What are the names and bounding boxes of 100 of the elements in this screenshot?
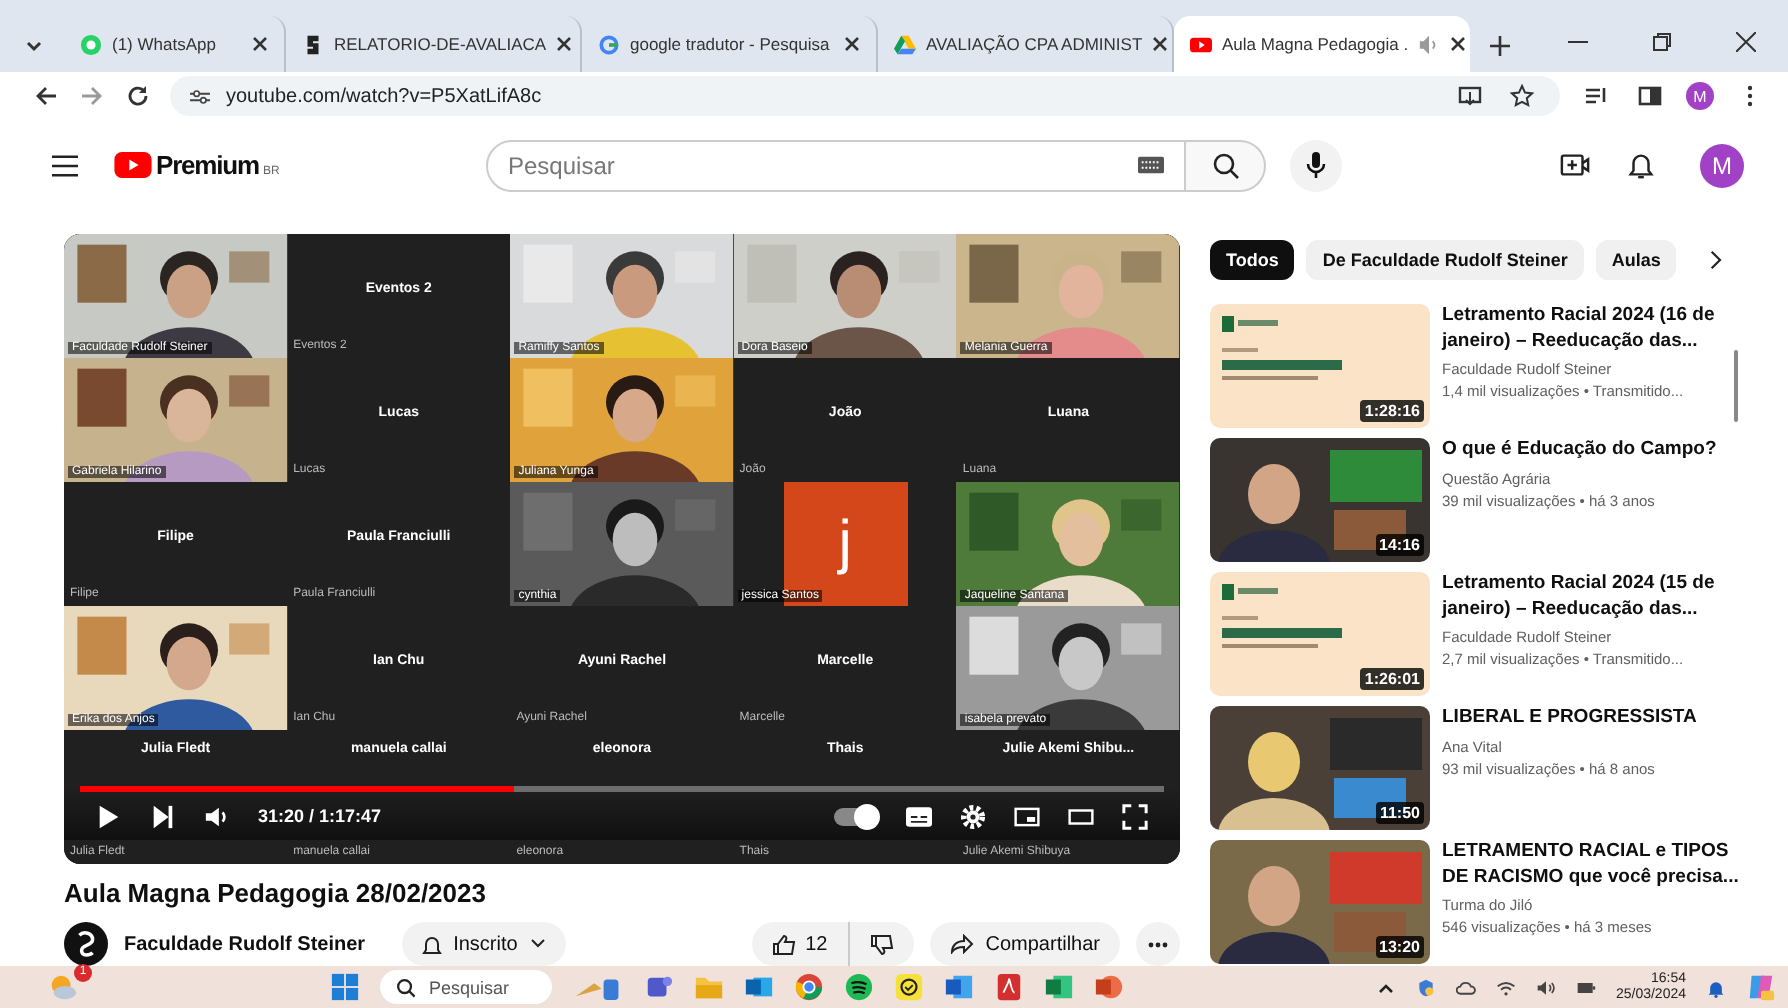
close-tab-icon[interactable] (1450, 36, 1467, 52)
close-tab-icon[interactable] (556, 36, 573, 52)
theater-mode-icon[interactable] (1068, 803, 1094, 829)
forward-icon[interactable] (78, 84, 106, 108)
scrollbar[interactable] (1734, 350, 1738, 422)
bell-icon[interactable] (1626, 150, 1656, 180)
wifi-icon[interactable] (1495, 977, 1516, 997)
app-icon[interactable] (644, 972, 675, 1002)
search-button[interactable] (1186, 139, 1266, 191)
share-button[interactable]: Compartilhar (929, 922, 1120, 966)
bell-icon (421, 933, 442, 955)
more-actions-button[interactable] (1136, 922, 1180, 966)
menu-icon[interactable] (52, 153, 78, 177)
filter-chip[interactable]: De Faculdade Rudolf Steiner (1306, 240, 1584, 280)
shield-icon[interactable] (1415, 977, 1436, 997)
bookmark-star-icon[interactable] (1510, 84, 1534, 108)
chevron-right-icon[interactable] (1708, 250, 1723, 270)
microphone-button[interactable] (1290, 139, 1342, 191)
install-icon[interactable] (1458, 84, 1482, 108)
autoplay-toggle[interactable] (834, 807, 878, 825)
media-controls-icon[interactable] (1584, 84, 1608, 108)
close-tab-icon[interactable] (251, 36, 268, 52)
video-title-link[interactable]: Letramento Racial 2024 (16 de janeiro) – Reeducação das... (1442, 304, 1742, 354)
search-engine-icon (597, 33, 620, 55)
time-display: 31:20 / 1:17:47 (258, 806, 382, 826)
thumbs-up-icon (771, 933, 796, 955)
weather-icon[interactable] (48, 971, 78, 1001)
cloud-icon[interactable] (1455, 977, 1476, 997)
browser-tab[interactable]: Aula Magna Pedagogia . (1173, 16, 1470, 72)
browser-tab[interactable]: (1) WhatsApp (64, 16, 286, 72)
tab-title: google tradutor - Pesquisa (629, 34, 832, 54)
url-text: youtube.com/watch?v=P5XatLifA8c (226, 85, 542, 107)
search-icon (396, 977, 417, 997)
speaker-icon (1418, 33, 1441, 55)
browser-icon[interactable] (794, 972, 825, 1002)
like-button[interactable]: 12 (751, 922, 848, 966)
fullscreen-icon[interactable] (1122, 803, 1148, 829)
duration-badge: 13:20 (1375, 936, 1424, 958)
chat-icon (80, 33, 102, 55)
close-tab-icon[interactable] (843, 36, 860, 52)
tab-title: RELATORIO-DE-AVALIACA (333, 34, 547, 54)
thumbs-down-icon (869, 933, 894, 955)
music-icon[interactable] (844, 972, 875, 1002)
subscribed-button[interactable]: Inscrito (401, 922, 566, 966)
logo-text[interactable]: Premium (156, 150, 259, 180)
tab-title: AVALIAÇÃO CPA ADMINIST (925, 34, 1143, 54)
browser-tab[interactable]: google tradutor - Pesquisa (581, 16, 878, 72)
volume-icon[interactable] (204, 803, 230, 829)
tab-title: (1) WhatsApp (112, 34, 218, 54)
browser-tab[interactable]: RELATORIO-DE-AVALIACA (285, 16, 582, 72)
search-field[interactable]: Pesquisar (486, 139, 1186, 191)
settings-icon[interactable] (960, 803, 986, 829)
browser-tab[interactable]: AVALIAÇÃO CPA ADMINIST (877, 16, 1174, 72)
document-app-icon[interactable] (944, 972, 975, 1002)
duration-badge: 14:16 (1375, 534, 1424, 556)
taskbar-search-placeholder: Pesquisar (428, 977, 510, 997)
taskbar-search-field[interactable]: Pesquisar (380, 970, 553, 1004)
share-arrow-icon (949, 934, 974, 954)
miniplayer-icon[interactable] (1014, 803, 1040, 829)
play-icon[interactable] (96, 803, 122, 829)
duration-badge: 1:26:01 (1360, 668, 1424, 690)
windows-start-icon[interactable] (330, 972, 361, 1002)
triangle-icon (893, 33, 916, 55)
create-video-icon[interactable] (1560, 150, 1590, 180)
spreadsheet-icon[interactable] (1044, 972, 1075, 1002)
next-icon[interactable] (150, 803, 176, 829)
search-icon (1211, 151, 1239, 179)
mail-icon[interactable] (744, 972, 775, 1002)
tab-title: Aula Magna Pedagogia . (1221, 34, 1409, 54)
keyboard-icon[interactable] (1138, 156, 1164, 174)
search-placeholder: Pesquisar (508, 151, 617, 179)
back-icon[interactable] (32, 84, 60, 108)
pdf-icon[interactable] (994, 972, 1025, 1002)
filter-chip[interactable]: Aulas (1595, 240, 1677, 280)
microphone-icon (1306, 151, 1326, 179)
video-icon (1189, 33, 1212, 55)
play-logo-icon[interactable] (114, 152, 152, 178)
filter-chip[interactable]: Todos (1210, 240, 1295, 280)
profile-avatar[interactable]: M (1686, 82, 1714, 110)
video-title-link[interactable]: O que é Educação do Campo? (1442, 438, 1742, 463)
video-title-link[interactable]: LIBERAL E PROGRESSISTA (1442, 706, 1742, 731)
channel-avatar[interactable] (64, 922, 108, 966)
video-title: Aula Magna Pedagogia 28/02/2023 (64, 878, 488, 908)
channel-name[interactable]: Faculdade Rudolf Steiner (124, 933, 366, 955)
video-title-link[interactable]: LETRAMENTO RACIAL e TIPOS DE RACISMO que você precisa... (1442, 840, 1742, 890)
reload-icon[interactable] (124, 84, 152, 108)
close-tab-icon[interactable] (1152, 36, 1169, 52)
battery-icon[interactable] (1575, 977, 1596, 997)
video-title-link[interactable]: Letramento Racial 2024 (15 de janeiro) – Reeducação das... (1442, 572, 1742, 622)
volume-icon[interactable] (1535, 977, 1556, 997)
site-settings-icon[interactable] (190, 87, 210, 105)
presentation-icon[interactable] (1094, 972, 1125, 1002)
video-player[interactable] (64, 234, 1180, 864)
check-icon[interactable] (894, 972, 925, 1002)
address-bar[interactable]: youtube.com/watch?v=P5XatLifA8c (170, 76, 1560, 116)
assistant-icon[interactable] (1746, 972, 1777, 1002)
side-panel-icon[interactable] (1638, 84, 1662, 108)
caret-icon (529, 938, 546, 950)
account-avatar[interactable]: M (1700, 143, 1744, 187)
duration-badge: 11:50 (1375, 802, 1424, 824)
